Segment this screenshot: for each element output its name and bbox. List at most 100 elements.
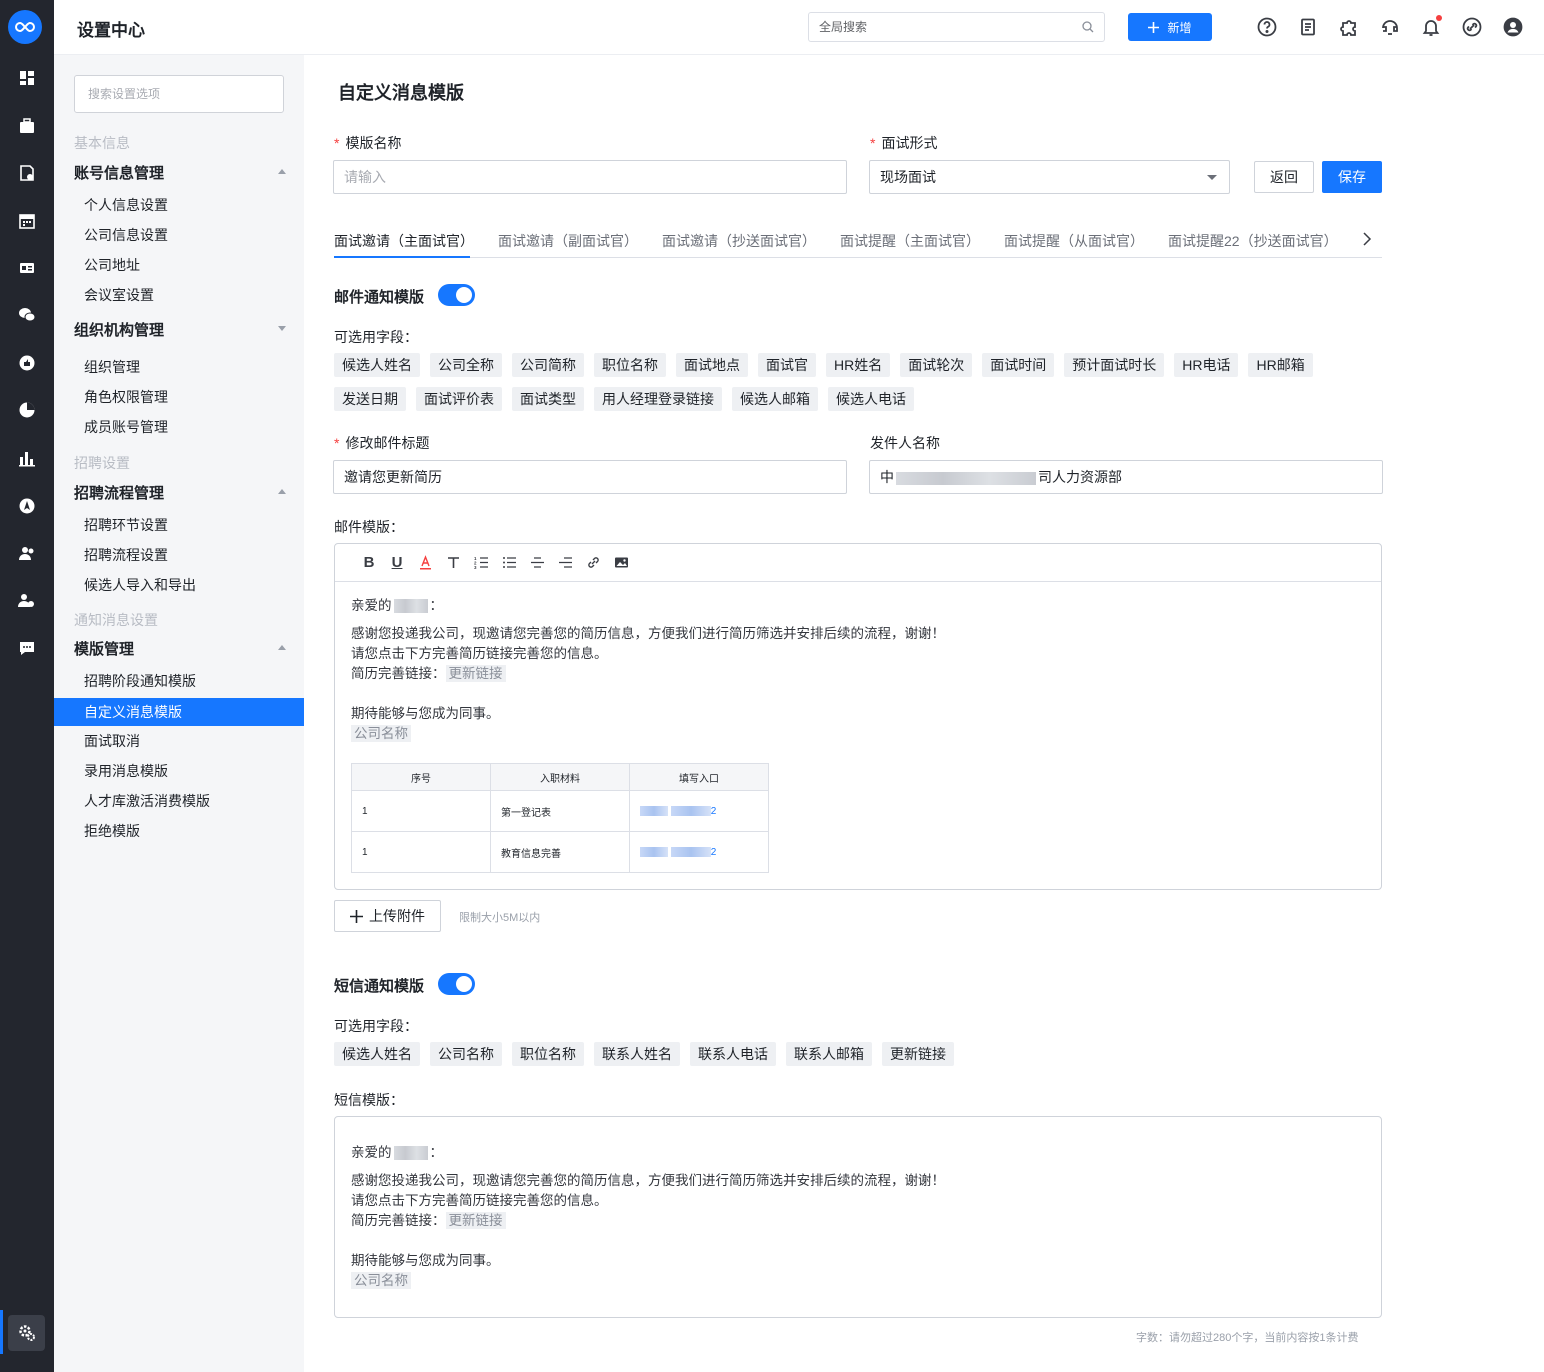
email-editor[interactable]: B U 123 亲爱的： 感谢您投递我公司，现邀请您完善您的简历信息，方便我们进… <box>334 543 1382 890</box>
sidebar-item-org[interactable]: 组织管理 <box>84 357 140 377</box>
app-logo[interactable] <box>8 10 42 44</box>
back-button[interactable]: 返回 <box>1254 161 1314 193</box>
field-chip[interactable]: 联系人邮箱 <box>786 1042 872 1066</box>
briefcase-icon[interactable] <box>15 114 39 138</box>
plugin-icon[interactable] <box>1338 16 1360 38</box>
field-chip[interactable]: 候选人电话 <box>828 387 914 411</box>
document-icon[interactable] <box>1297 16 1319 38</box>
team-icon[interactable] <box>15 589 39 613</box>
field-chip[interactable]: HR姓名 <box>826 353 891 377</box>
field-chip[interactable]: 面试地点 <box>676 353 748 377</box>
field-chip[interactable]: 候选人邮箱 <box>732 387 818 411</box>
sender-input[interactable]: 中司人力资源部 <box>869 460 1383 494</box>
sidebar-item-import-export[interactable]: 候选人导入和导出 <box>84 575 196 595</box>
menu-templates[interactable]: 模版管理 <box>74 638 286 659</box>
ordered-list-icon[interactable]: 123 <box>473 555 489 571</box>
field-chip[interactable]: 预计面试时长 <box>1064 353 1165 377</box>
field-chip[interactable]: 用人经理登录链接 <box>594 387 722 411</box>
field-chip[interactable]: 面试轮次 <box>900 353 973 377</box>
new-button[interactable]: 新增 <box>1128 13 1212 41</box>
sidebar-item-offer[interactable]: 录用消息模版 <box>84 761 168 781</box>
image-icon[interactable] <box>613 555 629 571</box>
bar-chart-icon[interactable] <box>15 446 39 470</box>
field-chip[interactable]: HR电话 <box>1174 353 1239 377</box>
menu-organization[interactable]: 组织机构管理 <box>74 319 286 340</box>
tab-invite-cc[interactable]: 面试邀请（抄送面试官） <box>662 231 816 251</box>
link-icon[interactable] <box>1461 16 1483 38</box>
wechat-icon[interactable] <box>15 303 39 327</box>
sidebar-item-stages[interactable]: 招聘环节设置 <box>84 515 168 535</box>
sms-toggle[interactable] <box>438 973 475 995</box>
template-name-input[interactable]: 请输入 <box>333 160 847 194</box>
field-chip[interactable]: 更新链接 <box>882 1042 954 1066</box>
align-center-icon[interactable] <box>529 555 545 571</box>
email-toggle[interactable] <box>438 284 475 306</box>
link-icon[interactable] <box>585 555 601 571</box>
text-size-icon[interactable] <box>445 555 461 571</box>
unordered-list-icon[interactable] <box>501 555 517 571</box>
field-chip[interactable]: 公司全称 <box>430 353 502 377</box>
field-chip[interactable]: HR邮箱 <box>1248 353 1313 377</box>
field-chip[interactable]: 面试官 <box>758 353 816 377</box>
subject-input[interactable]: 邀请您更新简历 <box>333 460 847 494</box>
field-chip[interactable]: 发送日期 <box>334 387 406 411</box>
dashboard-icon[interactable] <box>15 66 39 90</box>
table-cell-entry-link[interactable]: 2 <box>629 790 769 832</box>
field-chip[interactable]: 联系人姓名 <box>594 1042 680 1066</box>
settings-icon[interactable] <box>8 1315 45 1351</box>
tab-remind-cc[interactable]: 面试提醒22（抄送面试官） <box>1168 231 1338 251</box>
upload-attachment-button[interactable]: 上传附件 <box>334 900 441 932</box>
tab-invite-main[interactable]: 面试邀请（主面试官） <box>334 231 474 251</box>
align-right-icon[interactable] <box>557 555 573 571</box>
global-search-input[interactable]: 全局搜索 <box>808 12 1105 42</box>
field-chip[interactable]: 面试类型 <box>512 387 584 411</box>
field-chip[interactable]: 职位名称 <box>512 1042 584 1066</box>
field-chip[interactable]: 公司名称 <box>430 1042 502 1066</box>
field-chip[interactable]: 面试评价表 <box>416 387 502 411</box>
interview-form-select[interactable]: 现场面试 <box>869 160 1230 194</box>
sidebar-item-meeting-room[interactable]: 会议室设置 <box>84 285 154 305</box>
sidebar-item-address[interactable]: 公司地址 <box>84 255 140 275</box>
font-color-icon[interactable] <box>417 555 433 571</box>
sidebar-item-reject[interactable]: 拒绝模版 <box>84 821 140 841</box>
sidebar-item-company[interactable]: 公司信息设置 <box>84 225 168 245</box>
menu-account[interactable]: 账号信息管理 <box>74 162 286 183</box>
sidebar-item-custom-message[interactable]: 自定义消息模版 <box>54 698 304 726</box>
field-chip[interactable]: 面试时间 <box>982 353 1055 377</box>
pie-chart-icon[interactable] <box>15 398 39 422</box>
resume-icon[interactable] <box>15 161 39 185</box>
sidebar-item-interview-cancel[interactable]: 面试取消 <box>84 731 140 751</box>
people-icon[interactable] <box>15 541 39 565</box>
sidebar-item-members[interactable]: 成员账号管理 <box>84 417 168 437</box>
chat-icon[interactable] <box>15 636 39 660</box>
sidebar-item-roles[interactable]: 角色权限管理 <box>84 387 168 407</box>
sidebar-item-personal[interactable]: 个人信息设置 <box>84 195 168 215</box>
settings-search-input[interactable]: 搜索设置选项 <box>74 75 284 113</box>
field-chip[interactable]: 候选人姓名 <box>334 353 420 377</box>
thumbs-up-icon[interactable] <box>15 351 39 375</box>
tab-remind-main[interactable]: 面试提醒（主面试官） <box>840 231 980 251</box>
help-icon[interactable] <box>1256 16 1278 38</box>
sidebar-item-stage-notify[interactable]: 招聘阶段通知模版 <box>84 671 196 691</box>
calendar-icon[interactable] <box>15 209 39 233</box>
chevron-right-icon[interactable] <box>1360 229 1374 249</box>
sidebar-item-talent-activation[interactable]: 人才库激活消费模版 <box>84 791 210 811</box>
field-chip[interactable]: 候选人姓名 <box>334 1042 420 1066</box>
support-icon[interactable] <box>1379 16 1401 38</box>
table-cell-entry-link[interactable]: 2 <box>629 831 769 873</box>
save-button[interactable]: 保存 <box>1322 161 1382 193</box>
compass-icon[interactable] <box>15 494 39 518</box>
sidebar-item-flows[interactable]: 招聘流程设置 <box>84 545 168 565</box>
field-chip[interactable]: 联系人电话 <box>690 1042 776 1066</box>
id-card-icon[interactable] <box>15 256 39 280</box>
user-icon[interactable] <box>1502 16 1524 38</box>
bell-icon[interactable] <box>1420 15 1442 38</box>
bold-icon[interactable]: B <box>361 554 377 571</box>
underline-icon[interactable]: U <box>389 554 405 571</box>
field-chip[interactable]: 职位名称 <box>594 353 666 377</box>
field-chip[interactable]: 公司简称 <box>512 353 584 377</box>
tab-invite-deputy[interactable]: 面试邀请（副面试官） <box>498 231 638 251</box>
tab-remind-secondary[interactable]: 面试提醒（从面试官） <box>1004 231 1144 251</box>
sms-editor[interactable]: 亲爱的： 感谢您投递我公司，现邀请您完善您的简历信息，方便我们进行简历筛选并安排… <box>334 1116 1382 1318</box>
menu-recruit-flow[interactable]: 招聘流程管理 <box>74 482 286 503</box>
